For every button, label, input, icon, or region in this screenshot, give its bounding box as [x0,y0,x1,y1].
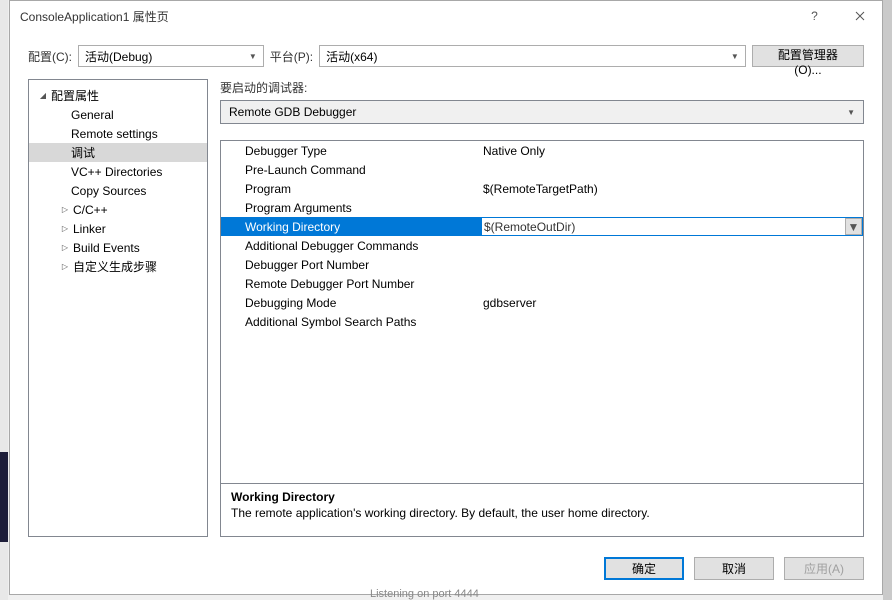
tree-item-label: VC++ Directories [69,165,162,179]
tree-item-label: 调试 [69,144,95,161]
property-value[interactable]: $(RemoteTargetPath) [481,182,863,196]
property-row[interactable]: Pre-Launch Command [221,160,863,179]
property-key: Pre-Launch Command [221,163,481,177]
chevron-down-icon: ▼ [848,220,860,234]
close-icon [855,11,865,21]
property-value-text: Native Only [483,144,545,158]
property-key: Additional Debugger Commands [221,239,481,253]
launch-label: 要启动的调试器: [220,79,864,96]
tree-item[interactable]: Copy Sources [29,181,207,200]
property-row[interactable]: Program Arguments [221,198,863,217]
expand-icon[interactable]: ▷ [59,224,71,233]
property-grid: Debugger TypeNative OnlyPre-Launch Comma… [220,140,864,537]
property-row[interactable]: Remote Debugger Port Number [221,274,863,293]
tree-item[interactable]: ▷Build Events [29,238,207,257]
collapse-icon[interactable]: ◢ [37,91,49,100]
config-manager-button[interactable]: 配置管理器(O)... [752,45,864,67]
property-row[interactable]: Program$(RemoteTargetPath) [221,179,863,198]
close-button[interactable] [837,1,882,31]
ok-button[interactable]: 确定 [604,557,684,580]
config-value: 活动(Debug) [85,48,249,65]
platform-value: 活动(x64) [326,48,731,65]
config-row: 配置(C): 活动(Debug) ▼ 平台(P): 活动(x64) ▼ 配置管理… [10,31,882,75]
property-key: Program Arguments [221,201,481,215]
property-value[interactable]: $(RemoteOutDir) ▼ [481,217,863,236]
property-value-text: $(RemoteOutDir) [484,220,575,234]
tree-item-label: C/C++ [71,203,108,217]
tree-item-label: 自定义生成步骤 [71,258,157,275]
property-key: Additional Symbol Search Paths [221,315,481,329]
tree-item[interactable]: Remote settings [29,124,207,143]
tree-item-label: Linker [71,222,106,236]
value-dropdown-button[interactable]: ▼ [845,218,862,235]
property-row[interactable]: Additional Symbol Search Paths [221,312,863,331]
property-key: Working Directory [221,220,481,234]
chevron-down-icon: ▼ [731,52,739,61]
description-body: The remote application's working directo… [231,506,853,520]
property-value-text: gdbserver [483,296,536,310]
dialog-footer: 确定 取消 应用(A) [10,547,882,594]
tree-item[interactable]: ▷C/C++ [29,200,207,219]
property-row[interactable]: Additional Debugger Commands [221,236,863,255]
platform-label: 平台(P): [270,48,313,65]
chevron-down-icon: ▼ [847,108,855,117]
property-key: Remote Debugger Port Number [221,277,481,291]
tree-item[interactable]: VC++ Directories [29,162,207,181]
titlebar: ConsoleApplication1 属性页 ? [10,1,882,31]
property-key: Debugger Port Number [221,258,481,272]
property-pages-dialog: ConsoleApplication1 属性页 ? 配置(C): 活动(Debu… [9,0,883,595]
outer-scrollbar[interactable] [883,0,892,600]
tree-item[interactable]: ▷Linker [29,219,207,238]
window-title: ConsoleApplication1 属性页 [20,8,792,25]
property-row[interactable]: Debugger Port Number [221,255,863,274]
right-panel: 要启动的调试器: Remote GDB Debugger ▼ Debugger … [220,79,864,537]
expand-icon[interactable]: ▷ [59,262,71,271]
platform-dropdown[interactable]: 活动(x64) ▼ [319,45,746,67]
property-grid-body[interactable]: Debugger TypeNative OnlyPre-Launch Comma… [221,141,863,483]
debugger-value: Remote GDB Debugger [229,105,847,119]
tree-root-label: 配置属性 [49,87,99,104]
property-key: Debugger Type [221,144,481,158]
tree-item-label: Build Events [71,241,140,255]
main-area: ◢ 配置属性 General Remote settings 调试 VC++ Dire… [10,75,882,547]
chevron-down-icon: ▼ [249,52,257,61]
tree-item[interactable]: General [29,105,207,124]
help-button[interactable]: ? [792,1,837,31]
tree-root[interactable]: ◢ 配置属性 [29,86,207,105]
property-key: Debugging Mode [221,296,481,310]
tree-item-label: General [69,108,114,122]
property-value-text: $(RemoteTargetPath) [483,182,598,196]
apply-button[interactable]: 应用(A) [784,557,864,580]
debugger-dropdown[interactable]: Remote GDB Debugger ▼ [220,100,864,124]
description-title: Working Directory [231,490,853,504]
config-label: 配置(C): [28,48,72,65]
tree-item[interactable]: ▷自定义生成步骤 [29,257,207,276]
property-row[interactable]: Debugger TypeNative Only [221,141,863,160]
expand-icon[interactable]: ▷ [59,243,71,252]
description-panel: Working Directory The remote application… [221,483,863,536]
expand-icon[interactable]: ▷ [59,205,71,214]
property-value[interactable]: Native Only [481,144,863,158]
tree-panel[interactable]: ◢ 配置属性 General Remote settings 调试 VC++ Dire… [28,79,208,537]
tree-item-label: Copy Sources [69,184,146,198]
app-edge [0,0,8,600]
property-row[interactable]: Working Directory$(RemoteOutDir) ▼ [221,217,863,236]
cancel-button[interactable]: 取消 [694,557,774,580]
property-row[interactable]: Debugging Modegdbserver [221,293,863,312]
status-text: Listening on port 4444 [370,588,479,600]
property-key: Program [221,182,481,196]
property-value[interactable]: gdbserver [481,296,863,310]
tree-item[interactable]: 调试 [29,143,207,162]
tree-item-label: Remote settings [69,127,158,141]
config-dropdown[interactable]: 活动(Debug) ▼ [78,45,264,67]
